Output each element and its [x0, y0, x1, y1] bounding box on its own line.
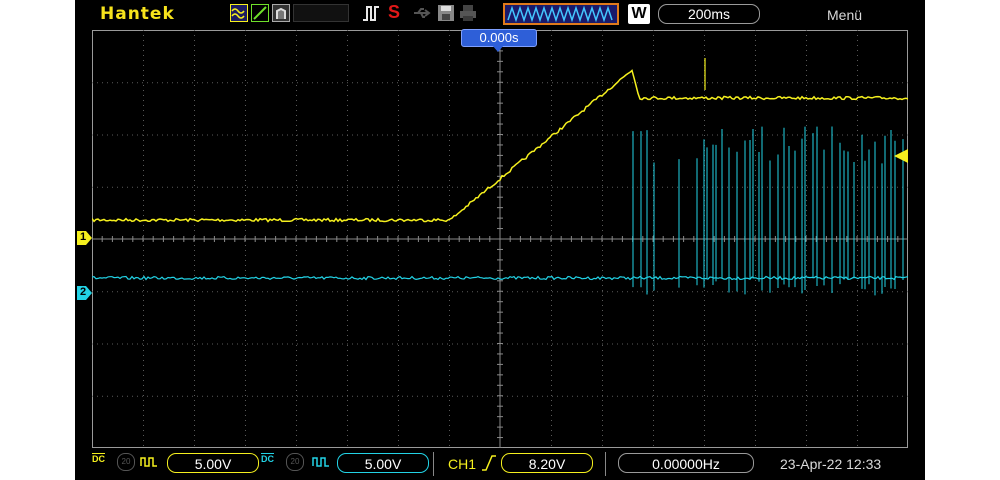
menu-button[interactable]: Menü	[827, 7, 862, 23]
trigger-edge-icon	[362, 4, 380, 22]
trigger-level-marker[interactable]	[894, 149, 908, 168]
wave-memory-icon	[503, 3, 619, 25]
trigger-position-marker[interactable]	[492, 45, 504, 53]
save-icon[interactable]	[437, 4, 455, 22]
waveform-mode-icon[interactable]	[230, 4, 248, 22]
ch2-ground-marker[interactable]: 2	[77, 286, 92, 305]
ch1-coupling-dc-icon: DC	[92, 454, 105, 464]
run-stop-icon: S	[388, 2, 401, 22]
trigger-source[interactable]: CH1	[448, 456, 476, 472]
frequency-readout: 0.00000Hz	[618, 453, 754, 473]
oscilloscope-screen: Hantek S W 200ms Menü 0.000s 1 2 DC 20 5…	[75, 0, 925, 480]
ch2-scale-value[interactable]: 5.00V	[337, 453, 429, 473]
persist-mode-icon[interactable]	[272, 4, 290, 22]
brand-logo: Hantek	[100, 4, 175, 24]
timebase-value[interactable]: 200ms	[658, 4, 760, 24]
trigger-level-value[interactable]: 8.20V	[501, 453, 593, 473]
waveform-area	[92, 30, 908, 448]
usb-icon	[413, 4, 431, 22]
ch1-marker-label: 1	[80, 231, 87, 243]
ch2-spikes	[632, 126, 904, 296]
ch2-bw-limit-icon: 20	[286, 453, 304, 471]
vectors-mode-icon[interactable]	[251, 4, 269, 22]
trigger-rising-edge-icon	[482, 455, 496, 476]
blank-slot	[293, 4, 349, 22]
print-icon[interactable]	[459, 4, 477, 22]
datetime-readout: 23-Apr-22 12:33	[780, 456, 882, 472]
ch1-ground-marker[interactable]: 1	[77, 231, 92, 250]
bottom-divider-2	[605, 452, 606, 476]
ch2-coupling-dc-icon: DC	[261, 454, 274, 464]
ch2-invert-icon	[312, 455, 330, 473]
ch1-invert-icon	[140, 455, 158, 473]
timebase-mode-icon[interactable]: W	[628, 4, 650, 24]
ch1-scale-value[interactable]: 5.00V	[167, 453, 259, 473]
ch1-bw-limit-icon: 20	[117, 453, 135, 471]
bottom-divider-1	[433, 452, 434, 476]
ch2-marker-label: 2	[80, 286, 87, 298]
